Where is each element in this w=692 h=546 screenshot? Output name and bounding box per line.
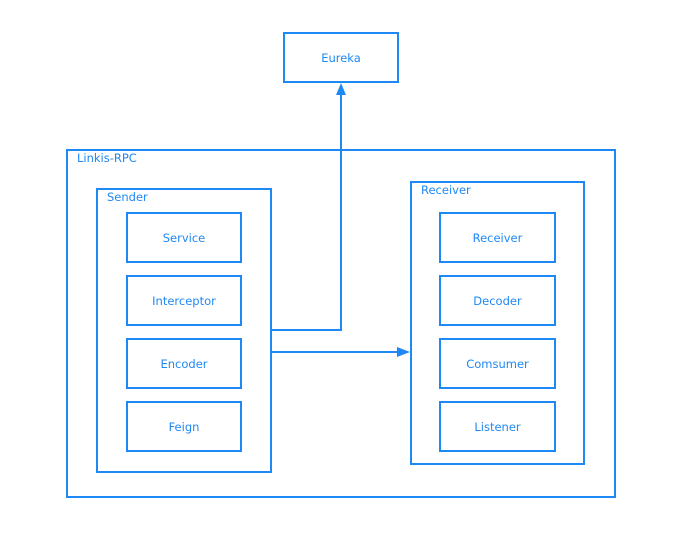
edge-sender-to-eureka bbox=[272, 94, 342, 331]
arrowhead-up-icon bbox=[336, 83, 346, 95]
connectors bbox=[272, 83, 410, 357]
arrowhead-right-icon bbox=[397, 347, 410, 357]
